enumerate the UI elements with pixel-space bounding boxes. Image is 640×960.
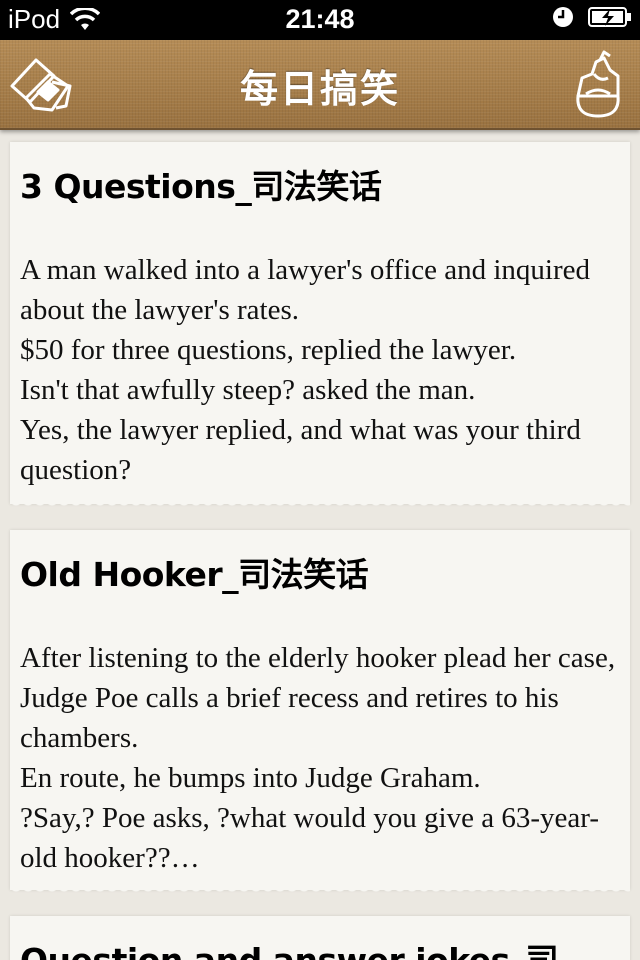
article-line: A man walked into a lawyer's office and … — [20, 254, 591, 326]
article-line: Yes, the lawyer replied, and what was yo… — [20, 414, 581, 486]
article-line: After listening to the elderly hooker pl… — [20, 642, 616, 754]
app-screen: iPod 21:48 每日搞笑 3 Questions_司法笑话 A man w… — [0, 0, 640, 960]
article-title: 3 Questions_司法笑话 — [20, 167, 382, 206]
article-excerpt: After listening to the elderly hooker pl… — [20, 638, 620, 878]
list-item[interactable]: Question and answer jokes_司法… — [10, 916, 630, 960]
article-line: $50 for three questions, replied the law… — [20, 334, 517, 366]
article-line: Isn't that awfully steep? asked the man. — [20, 374, 476, 406]
fortune-cookie-button[interactable] — [570, 48, 626, 120]
bag-icon — [576, 50, 620, 118]
article-title: Old Hooker_司法笑话 — [20, 555, 369, 594]
status-bar: iPod 21:48 — [0, 0, 640, 40]
joke-list[interactable]: 3 Questions_司法笑话 A man walked into a law… — [0, 130, 640, 960]
article-title: Question and answer jokes_司法… — [20, 934, 620, 960]
navigation-bar: 每日搞笑 — [0, 40, 640, 130]
battery-charging-icon — [588, 7, 631, 27]
article-excerpt: A man walked into a lawyer's office and … — [20, 250, 620, 490]
article-line: En route, he bumps into Judge Graham. — [20, 762, 481, 794]
status-time: 21:48 — [285, 4, 355, 34]
list-item[interactable]: 3 Questions_司法笑话 A man walked into a law… — [10, 142, 630, 508]
article-line: ?Say,? Poe asks, ?what would you give a … — [20, 802, 599, 874]
clock-icon — [553, 7, 573, 27]
status-right — [552, 6, 632, 28]
nav-title: 每日搞笑 — [239, 67, 400, 111]
list-item[interactable]: Old Hooker_司法笑话 After listening to the e… — [10, 530, 630, 894]
